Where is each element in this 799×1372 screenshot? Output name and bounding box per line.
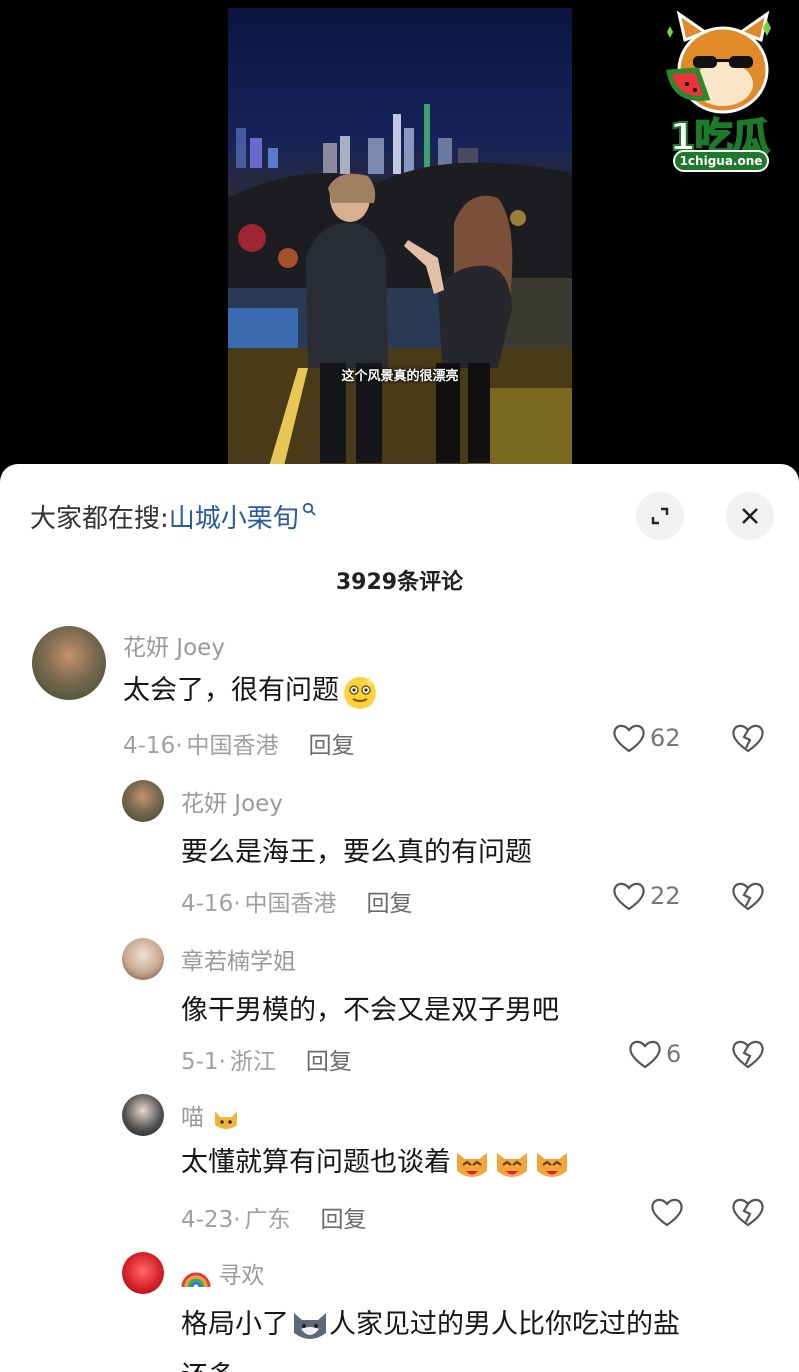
comment-date: 4-16 [181, 891, 234, 917]
comment-date: 4-16 [123, 733, 176, 759]
comment-author[interactable]: 花妍 Joey [181, 784, 283, 818]
comment-author[interactable]: 花妍 Joey [123, 628, 225, 662]
comment-meta: 4-23· 广东 回复 [181, 1207, 367, 1233]
comment-location: 广东 [244, 1207, 291, 1233]
video-scene [228, 104, 572, 470]
like-count: 6 [666, 1040, 682, 1068]
laughing-dog-emoji-icon [497, 1152, 527, 1177]
laughing-dog-emoji-icon [457, 1152, 487, 1177]
husky-emoji-icon [294, 1312, 326, 1339]
avatar[interactable] [122, 780, 164, 822]
video-frame[interactable]: 这个风景真的很漂亮 [228, 8, 572, 470]
reply-button[interactable]: 回复 [367, 891, 413, 917]
comment-text: 太懂就算有问题也谈着 [181, 1140, 571, 1183]
comment-text-body: 格局小了 [181, 1309, 289, 1340]
dislike-button[interactable] [731, 1196, 765, 1232]
video-player[interactable]: 这个风景真的很漂亮 1吃瓜 1chigua.one [0, 0, 799, 470]
heart-icon [629, 1040, 661, 1069]
expand-icon [651, 507, 669, 525]
comment-author[interactable]: 喵 [181, 1098, 241, 1133]
watermark-url: 1chigua.one [673, 150, 769, 172]
comment-text-body-2: 人家见过的男人比你吃过的盐 [329, 1309, 680, 1340]
comment-location: 中国香港 [244, 891, 337, 917]
comment-author-name: 寻欢 [218, 1263, 265, 1289]
avatar[interactable] [122, 1252, 164, 1294]
dislike-button[interactable] [731, 880, 765, 916]
reply-button[interactable]: 回复 [309, 733, 355, 759]
comment-text: 像干男模的，不会又是双子男吧 [181, 995, 559, 1026]
site-watermark: 1吃瓜 1chigua.one [649, 10, 789, 172]
heart-icon [651, 1198, 683, 1227]
comment-text: 太会了，很有问题 [123, 668, 379, 711]
heart-icon [613, 724, 645, 753]
comment-meta: 5-1· 浙江 回复 [181, 1049, 352, 1075]
comment-text-body: 太懂就算有问题也谈着 [181, 1147, 451, 1178]
like-button[interactable] [650, 1196, 688, 1228]
like-count: 22 [650, 882, 681, 910]
close-button[interactable] [726, 492, 774, 540]
expand-button[interactable] [636, 492, 684, 540]
dog-mascot-icon [665, 10, 771, 114]
broken-heart-icon [732, 1198, 764, 1227]
search-icon [302, 502, 316, 520]
like-button[interactable]: 62 [612, 722, 681, 754]
comment-text: 要么是海王，要么真的有问题 [181, 837, 532, 868]
trending-search[interactable]: 大家都在搜: 山城小栗旬 [30, 496, 316, 536]
rainbow-icon [181, 1272, 211, 1287]
comment-author[interactable]: 章若楠学姐 [181, 942, 296, 976]
like-button[interactable]: 22 [612, 880, 681, 912]
like-button[interactable]: 6 [628, 1038, 681, 1070]
video-caption: 这个风景真的很漂亮 [341, 369, 459, 384]
reply-button[interactable]: 回复 [306, 1049, 352, 1075]
comment-author-name: 喵 [181, 1105, 204, 1131]
comment-author[interactable]: 寻欢 [181, 1256, 264, 1290]
laughing-dog-emoji-icon [537, 1152, 567, 1177]
heart-icon [613, 882, 645, 911]
comment-text-body: 太会了，很有问题 [123, 675, 339, 706]
broken-heart-icon [732, 1040, 764, 1069]
trending-search-term[interactable]: 山城小栗旬 [169, 498, 299, 535]
dislike-button[interactable] [731, 1038, 765, 1074]
broken-heart-icon [732, 882, 764, 911]
comment-sheet: 大家都在搜: 山城小栗旬 3929条评论 花妍 Joey 太会了，很有问题 4-… [0, 464, 799, 1372]
comment-date: 5-1 [181, 1049, 219, 1075]
comment-meta: 4-16· 中国香港 回复 [181, 891, 413, 917]
dislike-button[interactable] [731, 722, 765, 758]
comment-date: 4-23 [181, 1207, 234, 1233]
cat-face-emoji-icon [215, 1110, 238, 1129]
close-icon [742, 508, 758, 524]
avatar[interactable] [122, 1094, 164, 1136]
avatar[interactable] [122, 938, 164, 980]
like-count: 62 [650, 724, 681, 752]
comment-location: 中国香港 [186, 733, 279, 759]
broken-heart-icon [732, 724, 764, 753]
reply-button[interactable]: 回复 [321, 1207, 367, 1233]
dizzy-face-emoji-icon [344, 676, 376, 709]
comment-meta: 4-16· 中国香港 回复 [123, 733, 355, 759]
comment-text: 格局小了 人家见过的男人比你吃过的盐 [181, 1302, 680, 1345]
comment-location: 浙江 [229, 1049, 276, 1075]
trending-search-label: 大家都在搜: [30, 503, 169, 534]
avatar[interactable] [32, 626, 106, 700]
comment-count: 3929条评论 [335, 570, 464, 595]
comment-text-line-2: 还多 [181, 1354, 235, 1372]
